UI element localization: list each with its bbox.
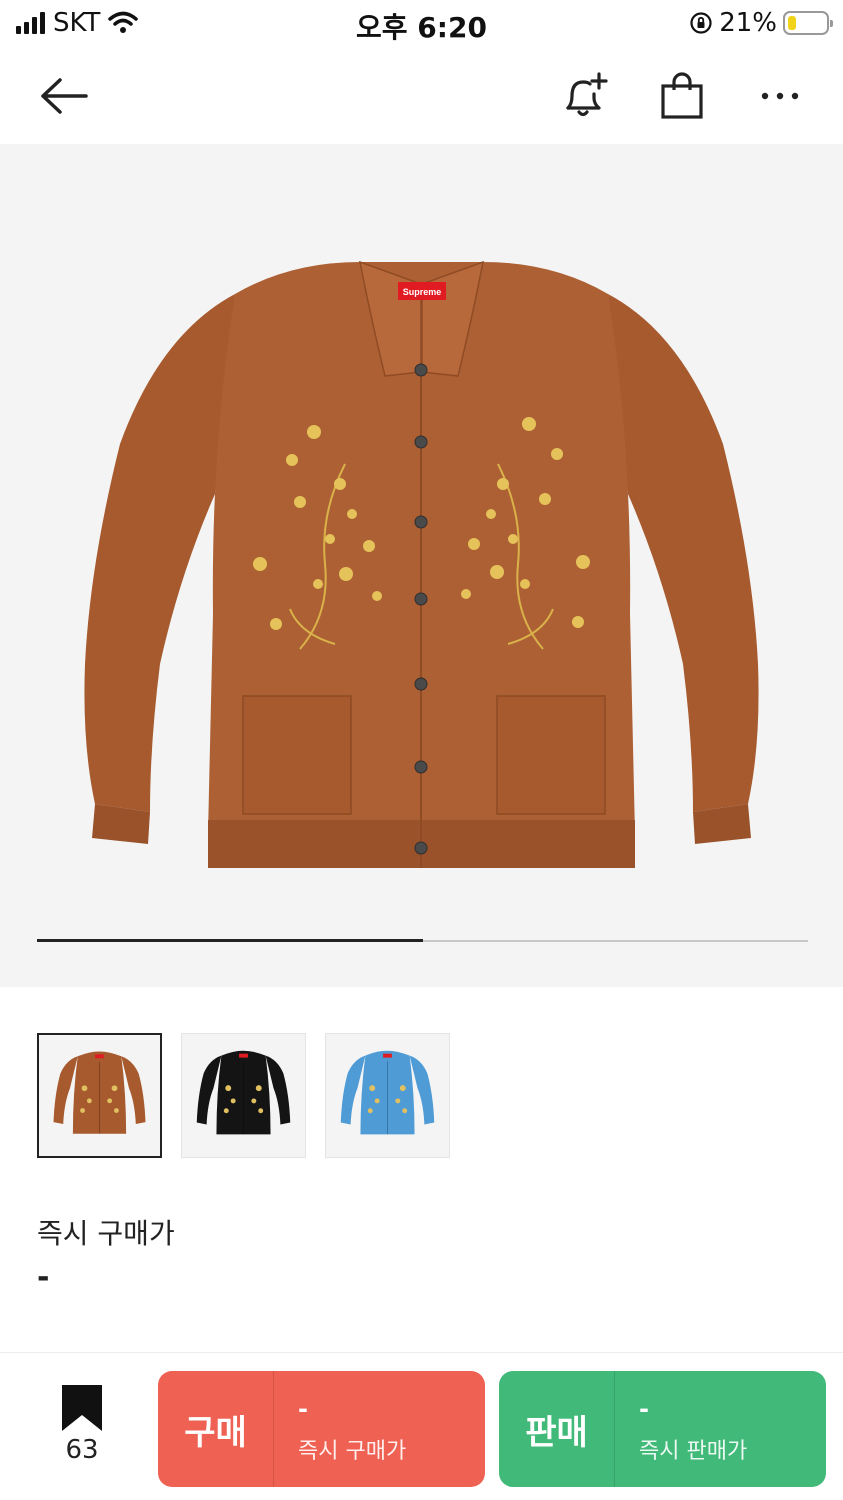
sell-price: - bbox=[639, 1395, 649, 1423]
shopping-bag-icon bbox=[661, 72, 703, 119]
color-thumbnail[interactable] bbox=[181, 1033, 306, 1158]
thumbnail-image bbox=[53, 1051, 146, 1134]
bookmark-button[interactable]: 63 bbox=[40, 1385, 124, 1465]
color-thumbnail[interactable] bbox=[325, 1033, 450, 1158]
bookmark-count: 63 bbox=[65, 1435, 99, 1465]
battery-percent: 21% bbox=[719, 8, 777, 38]
thumbnail-image bbox=[340, 1050, 435, 1135]
battery-level bbox=[788, 16, 796, 30]
bookmark-icon bbox=[62, 1385, 102, 1431]
rotation-lock-icon bbox=[690, 12, 712, 34]
back-button[interactable] bbox=[24, 48, 104, 144]
price-alert-button[interactable] bbox=[546, 48, 622, 144]
top-nav bbox=[0, 48, 843, 144]
color-thumbnail[interactable] bbox=[37, 1033, 162, 1158]
buy-price-caption: 즉시 구매가 bbox=[298, 1439, 407, 1464]
thumbnail-image bbox=[196, 1050, 291, 1135]
sell-price-caption: 즉시 판매가 bbox=[639, 1439, 748, 1464]
shopping-bag-button[interactable] bbox=[644, 48, 720, 144]
carousel-progress-fill bbox=[37, 939, 423, 942]
buy-button[interactable]: 구매 - 즉시 구매가 bbox=[158, 1371, 485, 1487]
instant-buy-price-label: 즉시 구매가 bbox=[37, 1217, 175, 1250]
bottom-action-bar: 63 구매 - 즉시 구매가 판매 - 즉시 판매가 bbox=[0, 1352, 843, 1500]
buy-price: - bbox=[298, 1395, 308, 1423]
color-thumbnails bbox=[37, 1033, 450, 1158]
status-right: 21% bbox=[689, 8, 833, 38]
sell-label: 판매 bbox=[525, 1412, 588, 1453]
product-image-carousel[interactable]: Supreme bbox=[0, 144, 843, 987]
more-horizontal-icon bbox=[761, 92, 799, 100]
carousel-progress-track bbox=[37, 939, 808, 942]
more-button[interactable] bbox=[742, 48, 818, 144]
bell-plus-icon bbox=[566, 72, 608, 117]
status-bar: SKT 오후 6:20 21% bbox=[0, 0, 843, 48]
instant-buy-price-value: - bbox=[37, 1260, 50, 1295]
product-image: Supreme bbox=[84, 260, 759, 868]
buy-label: 구매 bbox=[184, 1412, 247, 1453]
product-logo: Supreme bbox=[403, 287, 442, 297]
arrow-left-icon bbox=[41, 78, 88, 114]
battery-icon bbox=[783, 11, 833, 35]
sell-button[interactable]: 판매 - 즉시 판매가 bbox=[499, 1371, 826, 1487]
